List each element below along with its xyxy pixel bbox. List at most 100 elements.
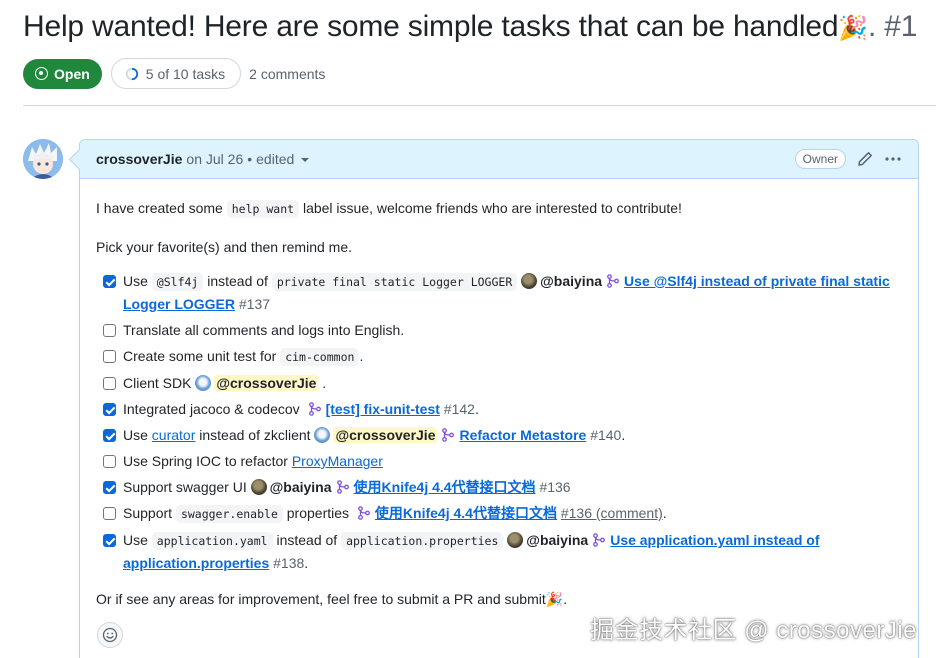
header-divider <box>23 105 936 106</box>
task-text: . <box>318 375 327 391</box>
proxy-manager-link[interactable]: ProxyManager <box>292 453 383 469</box>
intro-text-end: label issue, welcome friends who are int… <box>299 200 682 216</box>
task-code: application.properties <box>341 532 504 550</box>
comment-date[interactable]: on Jul 26 <box>186 151 243 167</box>
intro-paragraph: I have created some help want label issu… <box>96 197 902 220</box>
user-mention[interactable]: @crossoverJie <box>214 375 319 391</box>
outro-end: . <box>563 591 568 607</box>
task-text: . <box>359 348 364 364</box>
task-text: instead of <box>272 532 342 548</box>
tasks-progress-pill[interactable]: 5 of 10 tasks <box>110 58 242 89</box>
task-text: Use <box>123 427 152 443</box>
edited-dropdown[interactable]: edited <box>256 151 310 167</box>
issue-body-comment: crossoverJie on Jul 26 • edited Owner I … <box>79 139 919 658</box>
git-pull-request-icon <box>308 402 321 416</box>
task-text: Use <box>123 532 152 548</box>
mention-avatar <box>507 532 524 548</box>
task-checkbox[interactable] <box>103 324 116 337</box>
task-text: Support <box>123 505 176 521</box>
task-item: Support swagger.enable properties 使用Knif… <box>96 502 902 525</box>
task-checkbox[interactable] <box>103 481 116 494</box>
user-mention[interactable]: @crossoverJie <box>333 427 438 443</box>
pencil-icon[interactable] <box>856 150 874 168</box>
pr-number[interactable]: #142 <box>444 401 475 417</box>
label-code: help want <box>226 200 300 218</box>
watermark: 掘金技术社区 @ crossoverJie <box>590 617 917 644</box>
task-checkbox[interactable] <box>103 403 116 416</box>
task-code: private final static Logger LOGGER <box>271 273 518 291</box>
task-item: Integrated jacoco & codecov [test] fix-u… <box>96 398 902 420</box>
comment-header: crossoverJie on Jul 26 • edited Owner <box>80 140 918 179</box>
user-mention[interactable]: @baiyina <box>540 273 602 289</box>
task-text: Use <box>123 273 152 289</box>
task-checkbox[interactable] <box>103 507 116 520</box>
task-item: Support swagger UI @baiyina 使用Knife4j 4.4… <box>96 476 902 498</box>
pr-link[interactable]: 使用Knife4j 4.4代替接口文档 <box>375 505 557 521</box>
pr-link[interactable]: 使用Knife4j 4.4代替接口文档 <box>354 479 536 495</box>
pr-link[interactable]: Refactor Metastore <box>459 427 586 443</box>
chevron-down-icon <box>301 158 310 163</box>
task-item: Use curator instead of zkclient @crossov… <box>96 424 902 446</box>
task-checkbox[interactable] <box>103 350 116 363</box>
pr-link[interactable]: [test] fix-unit-test <box>326 401 440 417</box>
task-text: Integrated jacoco & codecov <box>123 401 304 417</box>
comment-header-actions: Owner <box>794 149 902 169</box>
task-code: @Slf4j <box>151 273 204 291</box>
task-text: Create some unit test for <box>123 348 281 364</box>
task-text: Support swagger UI <box>123 479 251 495</box>
comments-count[interactable]: 2 comments <box>249 66 325 82</box>
git-pull-request-icon <box>358 506 370 520</box>
task-code: cim-common <box>280 348 360 366</box>
header-separator: • <box>247 151 253 167</box>
task-text: properties <box>282 505 353 521</box>
author-avatar[interactable] <box>23 139 63 179</box>
intro-text: I have created some <box>96 200 227 216</box>
pr-number[interactable]: #140 <box>590 427 621 443</box>
pr-number[interactable]: #136 (comment) <box>561 505 663 521</box>
party-popper-icon: 🎉 <box>838 15 869 42</box>
comment-author[interactable]: crossoverJie <box>96 151 182 167</box>
task-item: Create some unit test for cim-common. <box>96 345 902 368</box>
task-checkbox[interactable] <box>103 534 116 547</box>
task-checkbox[interactable] <box>103 377 116 390</box>
issue-title: Help wanted! Here are some simple tasks … <box>23 10 917 44</box>
task-checkbox[interactable] <box>103 429 116 442</box>
task-text: . <box>304 555 309 571</box>
task-code: application.yaml <box>151 532 273 550</box>
tasks-progress-text: 5 of 10 tasks <box>145 65 226 82</box>
author-avatar-image <box>23 139 63 179</box>
issue-title-text: Help wanted! Here are some simple tasks … <box>23 10 839 43</box>
task-item: Client SDK @crossoverJie . <box>96 372 902 394</box>
outro-text: Or if see any areas for improvement, fee… <box>96 591 546 607</box>
task-item: Translate all comments and logs into Eng… <box>96 319 902 341</box>
issue-state-label: Open <box>54 65 90 82</box>
task-text: Client SDK <box>123 375 196 391</box>
issue-state-badge: Open <box>23 58 102 89</box>
task-text: . <box>474 401 479 417</box>
user-mention[interactable]: @baiyina <box>526 532 588 548</box>
user-mention[interactable]: @baiyina <box>270 479 332 495</box>
issue-meta: Open 5 of 10 tasks 2 comments <box>23 58 325 89</box>
edited-label: edited <box>256 151 295 167</box>
smiley-icon <box>102 627 118 643</box>
task-checkbox[interactable] <box>103 455 116 468</box>
task-code: swagger.enable <box>175 505 283 523</box>
task-text: instead of zkclient <box>195 427 315 443</box>
task-text: . <box>662 505 667 521</box>
task-text: instead of <box>203 273 272 289</box>
task-text: Use Spring IOC to refactor <box>123 453 292 469</box>
issue-opened-icon <box>35 67 48 80</box>
mention-avatar <box>521 273 538 289</box>
git-pull-request-icon <box>336 480 349 494</box>
task-item: Use @Slf4j instead of private final stat… <box>96 270 902 315</box>
mention-avatar <box>314 427 331 443</box>
pr-number[interactable]: #137 <box>239 296 270 312</box>
pr-number[interactable]: #136 <box>539 479 570 495</box>
task-item: Use application.yaml instead of applicat… <box>96 529 902 574</box>
add-reaction-button[interactable] <box>97 622 123 648</box>
kebab-horizontal-icon[interactable] <box>884 150 902 168</box>
task-checkbox[interactable] <box>103 275 116 288</box>
git-pull-request-icon <box>442 428 455 442</box>
curator-link[interactable]: curator <box>152 427 196 443</box>
pr-number[interactable]: #138 <box>273 555 304 571</box>
